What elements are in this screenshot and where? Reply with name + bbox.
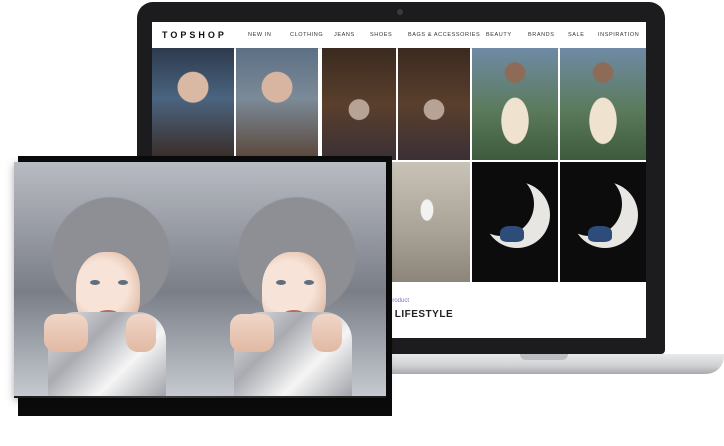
nav-item-brands[interactable]: BRANDS xyxy=(528,32,555,38)
hand xyxy=(312,314,342,352)
product-image-cap-2[interactable] xyxy=(236,48,318,160)
nav-item-new-in[interactable]: NEW IN xyxy=(248,32,271,38)
product-image-model-2[interactable] xyxy=(560,48,646,160)
nav-item-bags-accessories[interactable]: BAGS & ACCESSORIES xyxy=(408,32,480,38)
eye-right xyxy=(304,280,314,285)
product-image-moon-baby-1[interactable] xyxy=(472,162,558,282)
nav-item-sale[interactable]: SALE xyxy=(568,32,584,38)
baby-figure xyxy=(500,226,524,242)
product-image-moon-baby-2[interactable] xyxy=(560,162,646,282)
webcam-icon xyxy=(397,9,403,15)
nav-item-shoes[interactable]: SHOES xyxy=(370,32,392,38)
hand xyxy=(230,314,274,352)
eye-left xyxy=(276,280,286,285)
site-logo[interactable]: TOPSHOP xyxy=(162,30,227,40)
baby-figure xyxy=(588,226,612,242)
nav-item-clothing[interactable]: CLOTHING xyxy=(290,32,323,38)
nav-item-beauty[interactable]: BEAUTY xyxy=(486,32,512,38)
portrait-before[interactable] xyxy=(14,162,200,398)
hand xyxy=(126,314,156,352)
product-image-child-1[interactable] xyxy=(322,48,396,160)
overlay-bottom-strip xyxy=(14,396,386,398)
hand xyxy=(44,314,88,352)
nav-item-inspiration[interactable]: INSPIRATION xyxy=(598,32,639,38)
eye-right xyxy=(118,280,128,285)
laptop-notch xyxy=(520,354,568,360)
before-after-overlay xyxy=(14,162,386,398)
product-image-cap-1[interactable] xyxy=(152,48,234,160)
nav-item-jeans[interactable]: JEANS xyxy=(334,32,355,38)
product-image-street-model[interactable] xyxy=(384,162,470,282)
top-navigation: TOPSHOP NEW IN CLOTHING JEANS SHOES BAGS… xyxy=(152,22,646,49)
product-image-model-1[interactable] xyxy=(472,48,558,160)
eye-left xyxy=(90,280,100,285)
product-image-child-2[interactable] xyxy=(398,48,470,160)
portrait-after[interactable] xyxy=(200,162,386,398)
